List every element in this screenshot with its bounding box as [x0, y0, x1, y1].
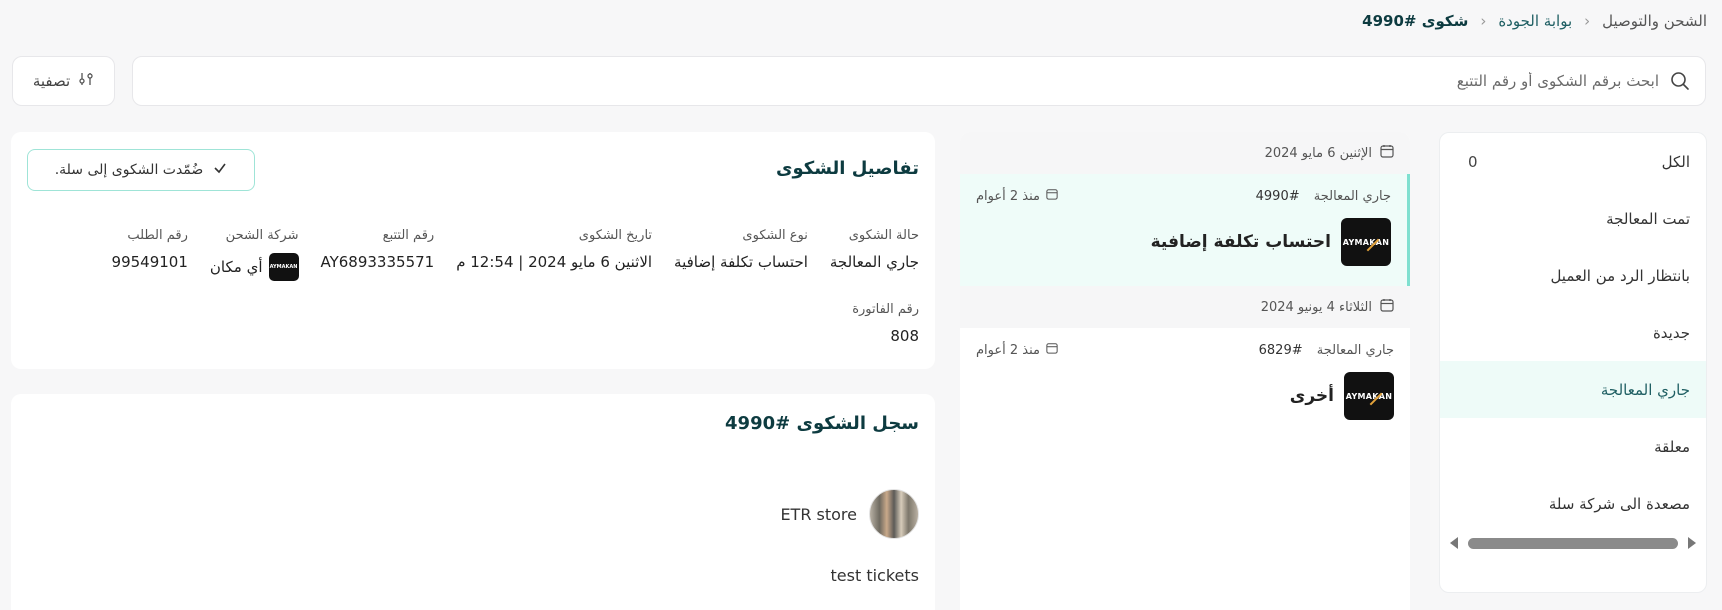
horizontal-scrollbar[interactable]: [1450, 536, 1696, 550]
list-item[interactable]: جاري المعالجة #6829 منذ 2 أعوام AYMAKAN …: [960, 328, 1410, 440]
calendar-icon: [1380, 144, 1394, 162]
sidebar-item-count: 0: [1468, 152, 1478, 171]
ticket-list: الإثنين 6 مايو 2024 جاري المعالجة #4990 …: [960, 132, 1410, 610]
chevron-left-icon: ‹: [1584, 12, 1591, 30]
sidebar-item-label: بانتظار الرد من العميل: [1550, 266, 1690, 285]
store-name: ETR store: [780, 504, 857, 524]
check-icon: [213, 161, 227, 179]
breadcrumb-quality-portal[interactable]: بوابة الجودة: [1498, 12, 1572, 30]
sidebar-item-awaiting-customer[interactable]: بانتظار الرد من العميل: [1440, 247, 1706, 304]
sidebar-item-new[interactable]: جديدة: [1440, 304, 1706, 361]
ticket-number: #4990: [1255, 188, 1300, 204]
sidebar-item-escalated[interactable]: مصعدة الى شركة سلة: [1440, 475, 1706, 532]
complaint-details-card: تفاصيل الشكوى ضُمّدت الشكوى إلى سلة. حال…: [11, 132, 935, 369]
group-date: الإثنين 6 مايو 2024: [1264, 145, 1372, 161]
sidebar-item-in-progress[interactable]: جاري المعالجة: [1440, 361, 1706, 418]
ticket-status: جاري المعالجة: [1316, 342, 1394, 358]
sidebar-item-label: مصعدة الى شركة سلة: [1548, 494, 1690, 513]
breadcrumb-current-complaint: شكوى #4990: [1362, 12, 1469, 30]
filter-label: تصفية: [32, 72, 71, 90]
scrollbar-track[interactable]: [1464, 537, 1682, 549]
sliders-icon: [78, 71, 94, 91]
carrier-logo: AYMAKAN: [1341, 218, 1391, 266]
sidebar-item-label: الكل: [1661, 152, 1690, 171]
filter-button[interactable]: تصفية: [12, 56, 115, 106]
search-bar: [132, 56, 1706, 106]
sidebar-item-label: جديدة: [1652, 323, 1690, 342]
basket-status-badge: ضُمّدت الشكوى إلى سلة.: [27, 149, 255, 191]
scroll-left-arrow-icon[interactable]: [1450, 537, 1458, 549]
calendar-icon: [1046, 188, 1058, 204]
sidebar-item-all[interactable]: الكل 0: [1440, 133, 1706, 190]
sidebar-item-label: جاري المعالجة: [1600, 380, 1690, 399]
ticket-age: منذ 2 أعوام: [976, 342, 1041, 358]
status-sidebar: الكل 0 تمت المعالجة بانتظار الرد من العم…: [1439, 132, 1707, 593]
ticket-status: جاري المعالجة: [1313, 188, 1391, 204]
sidebar-item-processed[interactable]: تمت المعالجة: [1440, 190, 1706, 247]
complaint-log-card: سجل الشكوى #4990 ETR store test tickets: [11, 394, 935, 610]
calendar-icon: [1380, 298, 1394, 316]
sidebar-item-label: معلقة: [1654, 437, 1690, 456]
breadcrumb-shipping[interactable]: الشحن والتوصيل: [1602, 12, 1707, 30]
field-status: حالة الشكوى جاري المعالجة: [829, 228, 919, 271]
log-message: test tickets: [830, 566, 919, 585]
list-item[interactable]: جاري المعالجة #4990 منذ 2 أعوام AYMAKAN …: [960, 174, 1410, 286]
scrollbar-thumb[interactable]: [1468, 537, 1678, 549]
chevron-left-icon: ‹: [1480, 12, 1487, 30]
details-title: تفاصيل الشكوى: [775, 158, 919, 179]
search-icon: [1669, 70, 1691, 92]
details-fields: حالة الشكوى جاري المعالجة نوع الشكوى احت…: [112, 228, 919, 281]
avatar: [869, 489, 919, 539]
ticket-age: منذ 2 أعوام: [976, 188, 1041, 204]
field-tracking: رقم التتبع AY6893335571: [320, 228, 435, 271]
field-order: رقم الطلب 99549101: [111, 228, 188, 271]
field-type: نوع الشكوى احتساب تكلفة إضافية: [674, 228, 808, 271]
log-title: سجل الشكوى #4990: [725, 413, 919, 434]
ticket-number: #6829: [1258, 342, 1303, 358]
carrier-logo: AYMAKAN: [1344, 372, 1394, 420]
ticket-title: احتساب تكلفة إضافية: [1150, 232, 1331, 252]
field-invoice: رقم الفاتورة 808: [852, 302, 919, 345]
breadcrumb: الشحن والتوصيل ‹ بوابة الجودة ‹ شكوى #49…: [1362, 12, 1707, 30]
scroll-right-arrow-icon[interactable]: [1688, 537, 1696, 549]
field-date: تاريخ الشكوى الاثنين 6 مايو 2024 | 12:54…: [456, 228, 653, 271]
search-input[interactable]: [147, 72, 1659, 90]
date-group-header: الإثنين 6 مايو 2024: [960, 132, 1410, 174]
date-group-header: الثلاثاء 4 يونيو 2024: [960, 286, 1410, 328]
ticket-title: أخرى: [1289, 386, 1334, 406]
sidebar-item-label: تمت المعالجة: [1606, 209, 1690, 228]
carrier-logo: AYMAKAN: [268, 253, 299, 281]
sidebar-item-pending[interactable]: معلقة: [1440, 418, 1706, 475]
field-carrier: شركة الشحن AYMAKAN أي مكان: [210, 228, 299, 281]
group-date: الثلاثاء 4 يونيو 2024: [1260, 299, 1372, 315]
calendar-icon: [1046, 342, 1058, 358]
log-entry-author: ETR store: [780, 489, 919, 539]
